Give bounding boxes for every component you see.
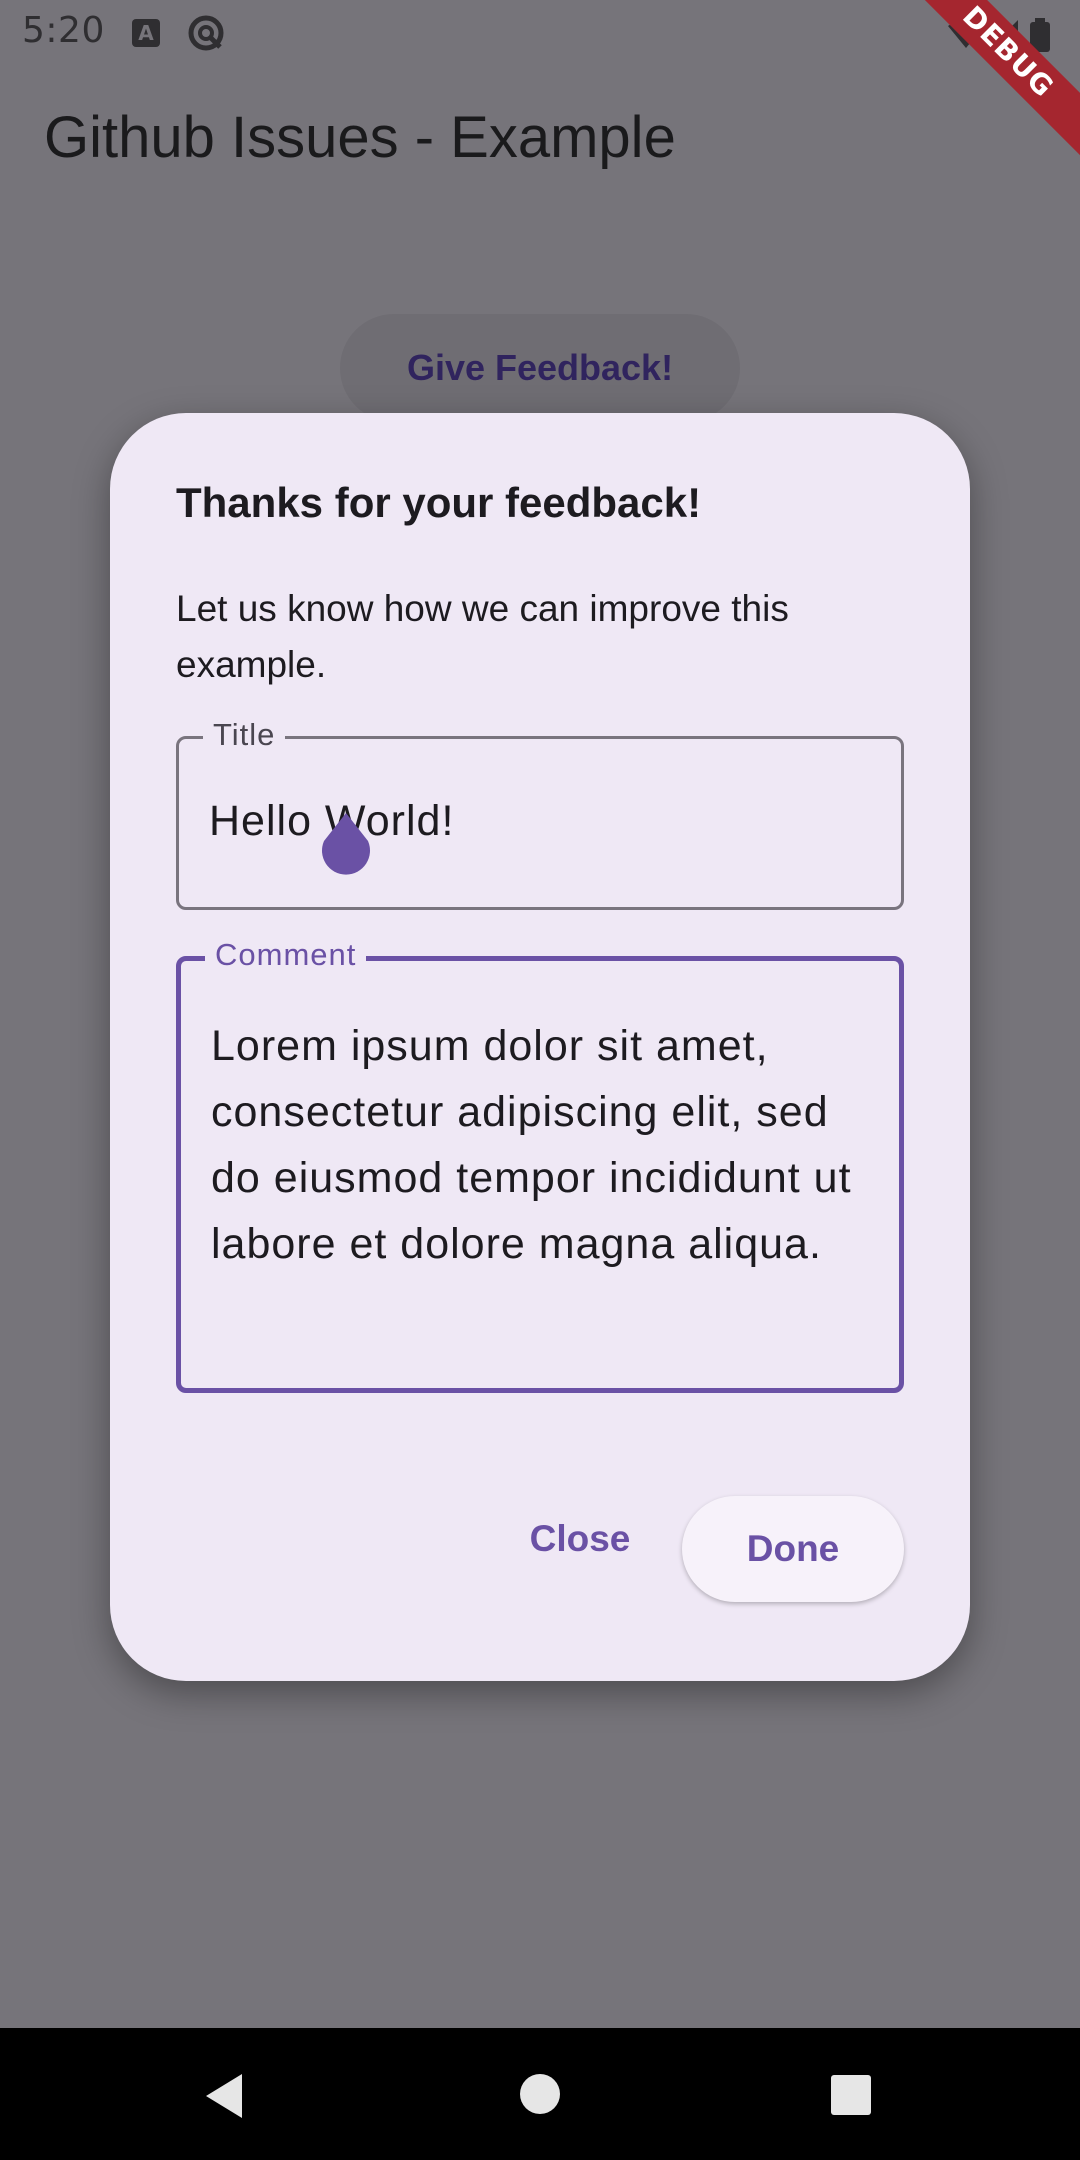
comment-field[interactable]: Comment Lorem ipsum dolor sit amet, cons… — [176, 937, 904, 1393]
close-button[interactable]: Close — [500, 1493, 660, 1585]
system-nav-bar — [0, 2028, 1080, 2160]
app-bar-title: Github Issues - Example — [44, 105, 676, 170]
status-time: 5:20 — [22, 10, 105, 51]
a-notification-icon: A — [132, 19, 160, 47]
comment-field-value[interactable]: Lorem ipsum dolor sit amet, consectetur … — [211, 1013, 871, 1277]
title-field[interactable]: Title Hello World! — [176, 717, 904, 910]
status-bar: 5:20 A — [0, 0, 1080, 66]
give-feedback-button[interactable]: Give Feedback! — [340, 314, 740, 422]
back-icon[interactable] — [202, 2072, 246, 2124]
dialog-body: Let us know how we can improve this exam… — [176, 588, 789, 685]
dialog-title: Thanks for your feedback! — [176, 479, 702, 526]
screen: 5:20 A DEBUG Github Issues - Example Giv… — [0, 0, 1080, 2160]
title-field-label: Title — [203, 717, 286, 753]
text-cursor-handle[interactable] — [316, 813, 376, 891]
sync-icon — [186, 13, 226, 57]
done-button[interactable]: Done — [682, 1496, 904, 1602]
recents-icon[interactable] — [830, 2074, 872, 2120]
home-icon[interactable] — [518, 2072, 562, 2120]
comment-field-label: Comment — [205, 937, 367, 973]
feedback-dialog: Thanks for your feedback! Let us know ho… — [110, 413, 970, 1681]
